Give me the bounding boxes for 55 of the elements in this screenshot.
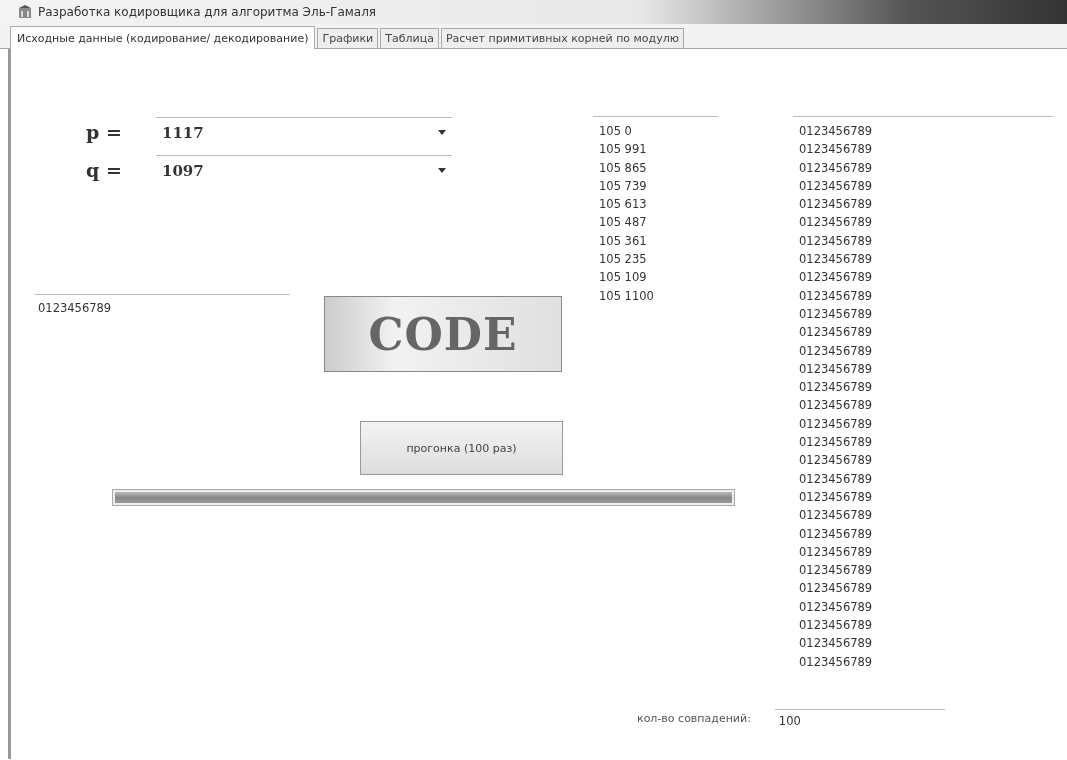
list-item[interactable]: 0123456789 [799,433,873,452]
list-item[interactable]: 0123456789 [799,213,873,232]
param-label: q = [85,159,123,181]
list-item[interactable]: 105 1100 [599,286,654,305]
list-item[interactable]: 0123456789 [799,469,873,488]
tab[interactable]: Таблица [380,28,439,48]
list-item[interactable]: 0123456789 [799,158,873,177]
list-item[interactable]: 0123456789 [799,451,873,470]
list-item[interactable]: 0123456789 [799,378,873,397]
list-item[interactable]: 0123456789 [799,524,873,543]
tab[interactable]: Исходные данные (кодирование/ декодирование) [10,26,316,49]
list-item[interactable]: 0123456789 [799,597,873,616]
window-title: Разработка кодировщика для алгоритма Эль-Гамаля [38,5,377,19]
caret-icon [438,130,446,135]
list-item[interactable]: 0123456789 [799,652,873,671]
list-item[interactable]: 105 487 [599,213,647,232]
list-item[interactable]: 105 0 [599,122,632,141]
list-item[interactable]: 105 865 [599,158,647,177]
list-item[interactable]: 0123456789 [799,122,873,141]
matches-label: кол-во совпадений: [637,712,751,725]
list-item[interactable]: 0123456789 [799,323,873,342]
list-item[interactable]: 0123456789 [799,634,873,653]
list-item[interactable]: 0123456789 [799,250,873,269]
list-item[interactable]: 0123456789 [799,231,873,251]
code-button[interactable]: CODE [324,296,562,372]
list-item[interactable]: 0123456789 [799,616,873,635]
app-icon [18,5,32,19]
list-item[interactable]: 0123456789 [799,414,873,434]
list-item[interactable]: 0123456789 [799,487,873,507]
run-button[interactable]: прогонка (100 раз) [360,421,563,475]
list-item[interactable]: 0123456789 [799,561,873,580]
list-item[interactable]: 0123456789 [799,195,873,214]
list-item[interactable]: 105 613 [599,195,647,214]
list-item[interactable]: 105 361 [599,231,647,251]
param-label: p = [85,121,123,143]
matches-field[interactable]: 100 [774,709,945,728]
list-item[interactable]: 0123456789 [799,579,873,598]
list-item[interactable]: 0123456789 [799,268,873,287]
list-item[interactable]: 105 109 [599,268,647,287]
list-item[interactable]: 0123456789 [799,286,873,305]
list-item[interactable]: 0123456789 [799,341,873,360]
list-item[interactable]: 0123456789 [799,542,873,562]
list-item[interactable]: 105 235 [599,250,647,269]
list-item[interactable]: 0123456789 [799,359,873,379]
caret-icon [438,168,446,173]
message-field[interactable]: 0123456789 [35,294,290,315]
list-item[interactable]: 0123456789 [799,304,873,324]
list-item[interactable]: 0123456789 [799,176,873,196]
tab[interactable]: Расчет примитивных корней по модулю [440,28,684,48]
list-item[interactable]: 0123456789 [799,396,873,415]
list-item[interactable]: 0123456789 [799,140,873,159]
tab[interactable]: Графики [317,28,379,48]
list-item[interactable]: 105 739 [599,176,647,196]
list-item[interactable]: 0123456789 [799,506,873,525]
list-item[interactable]: 105 991 [599,140,647,159]
